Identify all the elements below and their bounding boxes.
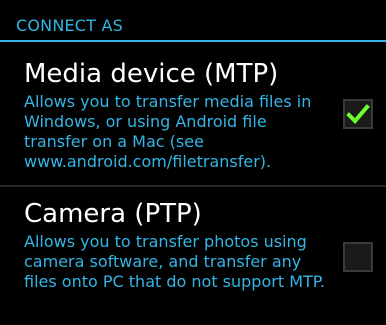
option-description-ptp: Allows you to transfer photos using came…	[24, 232, 326, 291]
mtp-checkbox[interactable]	[343, 99, 373, 129]
check-icon	[346, 104, 370, 124]
option-camera-ptp[interactable]: Camera (PTP) Allows you to transfer phot…	[0, 188, 386, 325]
option-title-ptp: Camera (PTP)	[24, 199, 202, 229]
section-title: CONNECT AS	[16, 16, 123, 35]
connect-as-header: CONNECT AS	[0, 0, 386, 42]
option-media-device-mtp[interactable]: Media device (MTP) Allows you to transfe…	[0, 42, 386, 185]
option-title-mtp: Media device (MTP)	[24, 59, 279, 89]
option-divider	[0, 185, 386, 187]
ptp-checkbox[interactable]	[343, 242, 373, 272]
option-description-mtp: Allows you to transfer media files in Wi…	[24, 92, 312, 171]
